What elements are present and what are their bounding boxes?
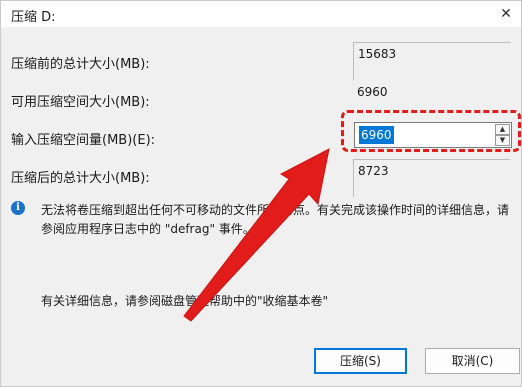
shrink-amount-input[interactable]: 6960 ▲ ▼ — [354, 122, 512, 148]
help-link-text: 有关详细信息，请参阅磁盘管理帮助中的"收缩基本卷" — [41, 294, 329, 308]
total-size-after-label: 压缩后的总计大小(MB): — [11, 171, 150, 186]
shrink-button[interactable]: 压缩(S) — [314, 348, 407, 374]
total-size-before-value: 15683 — [353, 42, 510, 80]
window-title: 压缩 D: — [11, 10, 56, 25]
total-size-before-label: 压缩前的总计大小(MB): — [11, 57, 150, 72]
info-icon: i — [11, 201, 25, 215]
shrink-amount-value[interactable]: 6960 — [359, 126, 394, 144]
shrink-dialog: 压缩 D: ✕ 压缩前的总计大小(MB): 15683 可用压缩空间大小(MB)… — [0, 0, 522, 387]
cancel-button[interactable]: 取消(C) — [425, 348, 520, 374]
shrink-amount-label: 输入压缩空间量(MB)(E): — [11, 133, 156, 148]
info-message: 无法将卷压缩到超出任何不可移动的文件所在的点。有关完成该操作时间的详细信息，请参… — [41, 203, 510, 236]
spin-up-button[interactable]: ▲ — [495, 124, 510, 135]
close-icon[interactable]: ✕ — [497, 5, 515, 23]
spin-down-button[interactable]: ▼ — [495, 135, 510, 146]
available-shrink-label: 可用压缩空间大小(MB): — [11, 95, 150, 110]
title-bar: 压缩 D: ✕ — [1, 1, 521, 27]
total-size-after-value: 8723 — [353, 159, 510, 197]
